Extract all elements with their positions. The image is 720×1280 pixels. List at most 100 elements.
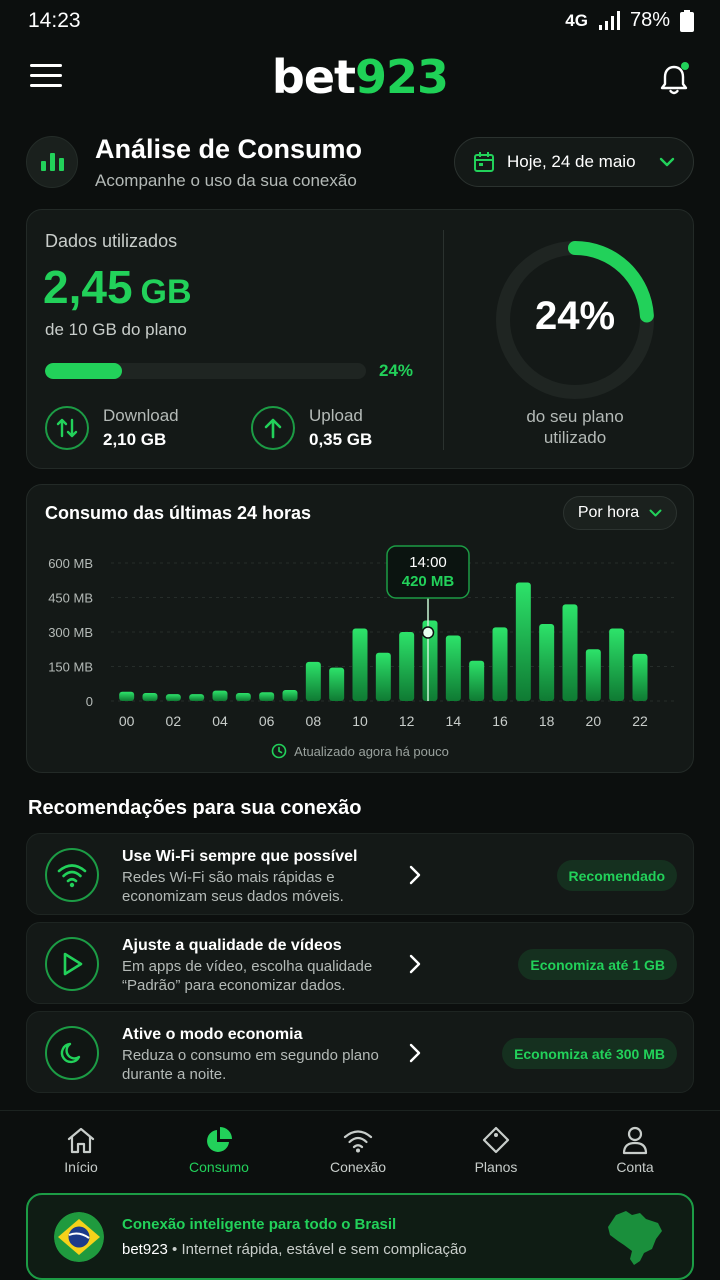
plan-text: de 10 GB do plano	[45, 320, 187, 339]
notification-bell-icon[interactable]	[658, 62, 690, 96]
download-label: Download	[103, 406, 179, 425]
upload-value: 0,35 GB	[309, 430, 373, 449]
recommendation-title: Ajuste a qualidade de vídeos	[122, 937, 342, 954]
chart-bar	[515, 582, 531, 701]
nav-usage[interactable]: Consumo	[159, 1125, 279, 1175]
recommendation-badge: Economiza até 1 GB	[518, 949, 677, 980]
chart-bar	[352, 628, 368, 701]
usage-percent: 24%	[379, 361, 414, 380]
ring-caption: do seu plano utilizado	[526, 407, 624, 447]
status-time: 14:23	[28, 9, 81, 32]
signal-icon	[598, 10, 620, 30]
tooltip-value: 420 MB	[402, 573, 455, 590]
x-tick-label: 00	[119, 713, 135, 729]
x-tick-label: 12	[399, 713, 415, 729]
banner-title: Conexão inteligente para todo o Brasil	[122, 1216, 397, 1233]
play-icon	[45, 937, 99, 991]
nav-home[interactable]: Início	[21, 1125, 141, 1175]
nav-connection[interactable]: Conexão	[298, 1125, 418, 1175]
recommendation-badge: Economiza até 300 MB	[502, 1038, 677, 1069]
chart-bar	[235, 692, 251, 701]
upload-label: Upload	[309, 406, 363, 425]
banner-text: bet923 • Internet rápida, estável e sem …	[122, 1241, 467, 1258]
battery-percent: 78%	[629, 9, 670, 31]
moon-icon	[45, 1026, 99, 1080]
chart-bar	[562, 604, 578, 701]
x-tick-label: 18	[539, 713, 555, 729]
chart-title: Consumo das últimas 24 horas	[45, 503, 312, 523]
y-tick-label: 450 MB	[48, 591, 93, 606]
tooltip-marker	[421, 626, 435, 639]
nav-plans-label: Planos	[474, 1159, 518, 1175]
nav-usage-label: Consumo	[189, 1159, 249, 1175]
usage-progress-bar	[45, 363, 366, 379]
data-used-value: 2,45 GB	[43, 261, 192, 313]
brazil-flag-icon	[54, 1212, 104, 1262]
app-logo: bet923	[271, 50, 449, 104]
download-icon	[45, 406, 89, 450]
ring-percent: 24%	[534, 294, 616, 338]
page-title-row: Análise de Consumo Acompanhe o uso da su…	[26, 134, 694, 190]
chart-bar	[282, 689, 298, 701]
wifi-icon	[45, 848, 99, 902]
recommendation-wifi[interactable]: Use Wi-Fi sempre que possível Redes Wi-F…	[26, 833, 694, 915]
bottom-nav: Início Consumo Conexão Planos Conta	[0, 1110, 720, 1186]
chart-bar	[329, 667, 345, 701]
nav-plans[interactable]: Planos	[436, 1125, 556, 1175]
status-bar: 14:23 4G 78%	[0, 0, 720, 44]
chart-bar	[585, 649, 601, 701]
network-type: 4G	[565, 10, 588, 30]
chart-bar	[119, 691, 135, 701]
recommendation-title: Use Wi-Fi sempre que possível	[122, 848, 358, 865]
nav-home-label: Início	[64, 1159, 98, 1175]
x-tick-label: 06	[259, 713, 275, 729]
chevron-right-icon	[409, 1043, 421, 1063]
chart-bar	[632, 653, 648, 701]
nav-connection-label: Conexão	[329, 1159, 387, 1175]
wifi-icon	[343, 1130, 373, 1153]
usage-progress-fill	[45, 363, 123, 379]
data-used-label: Dados utilizados	[45, 231, 178, 251]
pie-chart-icon	[207, 1127, 232, 1152]
x-tick-label: 22	[632, 713, 648, 729]
x-tick-label: 02	[166, 713, 182, 729]
calendar-icon	[474, 152, 494, 172]
chart-bar	[399, 632, 415, 701]
chart-bar	[189, 694, 205, 701]
date-label: Hoje, 24 de maio	[507, 152, 636, 171]
x-tick-label: 16	[492, 713, 508, 729]
x-tick-label: 10	[352, 713, 368, 729]
chart-bar	[469, 660, 485, 701]
date-selector[interactable]: Hoje, 24 de maio	[454, 137, 694, 187]
chart-bar	[212, 690, 228, 701]
analytics-icon	[26, 136, 78, 188]
nav-account-label: Conta	[616, 1159, 654, 1175]
app-header: bet923	[0, 50, 720, 110]
home-icon	[67, 1127, 95, 1154]
chart-bar	[305, 661, 321, 701]
chart-bar	[445, 635, 461, 701]
divider	[443, 230, 444, 450]
y-tick-label: 600 MB	[48, 556, 93, 571]
nav-account[interactable]: Conta	[575, 1125, 695, 1175]
brazil-map-icon	[608, 1211, 662, 1265]
period-selector[interactable]: Por hora	[563, 496, 677, 530]
clock-icon	[271, 743, 287, 759]
recommendation-badge: Recomendado	[556, 860, 677, 891]
download-value: 2,10 GB	[103, 430, 167, 449]
x-tick-label: 20	[586, 713, 602, 729]
page-title: Análise de Consumo	[95, 134, 363, 164]
chevron-down-icon	[659, 157, 675, 167]
status-right: 4G 78%	[565, 9, 694, 32]
promo-banner[interactable]: Conexão inteligente para todo o Brasil b…	[26, 1193, 694, 1280]
recommendation-desc: Em apps de vídeo, escolha qualidade “Padr…	[122, 958, 373, 994]
page-subtitle: Acompanhe o uso da sua conexão	[95, 171, 357, 190]
chevron-right-icon	[409, 865, 421, 885]
recommendation-desc: Reduza o consumo em segundo plano durante…	[122, 1047, 379, 1083]
upload-icon	[251, 406, 295, 450]
recommendation-economy[interactable]: Ative o modo economia Reduza o consumo e…	[26, 1011, 694, 1093]
y-tick-label: 300 MB	[48, 625, 93, 640]
chart-bar	[142, 692, 158, 701]
recommendation-video[interactable]: Ajuste a qualidade de vídeos Em apps de …	[26, 922, 694, 1004]
x-tick-label: 14	[446, 713, 462, 729]
